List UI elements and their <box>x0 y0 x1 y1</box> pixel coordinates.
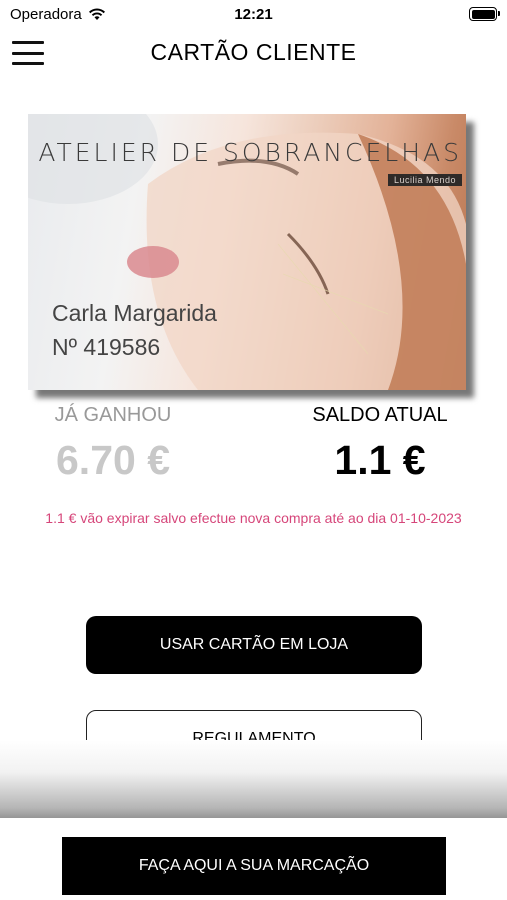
status-bar: Operadora 12:21 <box>0 0 507 30</box>
battery-icon <box>469 7 500 21</box>
balance-stat: SALDO ATUAL 1.1 € <box>280 404 480 484</box>
bottom-gradient <box>0 740 507 820</box>
card-holder-name: Carla Margarida <box>52 300 217 326</box>
earned-stat: JÁ GANHOU 6.70 € <box>13 404 213 484</box>
use-card-in-store-button[interactable]: USAR CARTÃO EM LOJA <box>86 616 422 674</box>
nav-bar: CARTÃO CLIENTE <box>0 30 507 80</box>
expiry-notice: 1.1 € vão expirar salvo efectue nova com… <box>45 510 462 526</box>
card-brand: ATELIER DE SOBRANCELHAS <box>38 138 462 167</box>
loyalty-card: ATELIER DE SOBRANCELHAS Lucilia Mendo Ca… <box>28 114 466 390</box>
page-title: CARTÃO CLIENTE <box>150 39 357 65</box>
book-appointment-button[interactable]: FAÇA AQUI A SUA MARCAÇÃO <box>62 837 446 895</box>
earned-value: 6.70 € <box>56 437 170 483</box>
balance-value: 1.1 € <box>334 437 426 483</box>
balance-label: SALDO ATUAL <box>312 404 448 426</box>
status-time: 12:21 <box>234 6 273 23</box>
earned-label: JÁ GANHOU <box>54 404 172 426</box>
card-number: Nº 419586 <box>52 334 161 360</box>
card-sub-brand: Lucilia Mendo <box>387 174 462 186</box>
